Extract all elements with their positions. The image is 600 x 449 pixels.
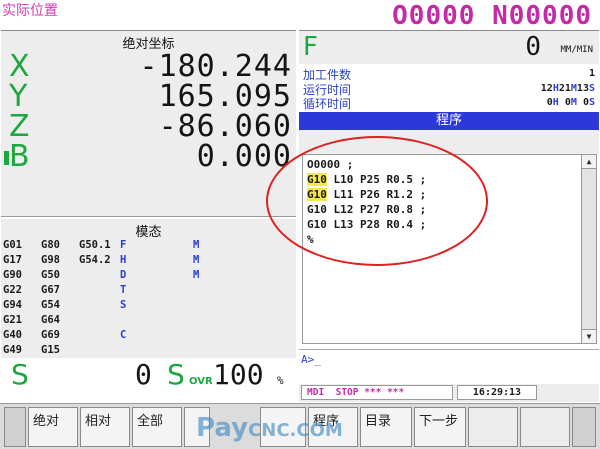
spindle-value: 0 [135, 358, 152, 391]
feed-rate-panel: F 0 MM/MIN [299, 30, 599, 64]
spindle-override-label: S [167, 358, 185, 391]
hour-unit: H [552, 97, 559, 108]
spindle-override-small-label: OVR [189, 376, 213, 387]
annotation-circle [266, 136, 488, 266]
modal-code: G80 [41, 239, 60, 251]
modal-address: F [120, 239, 127, 251]
softkey-all[interactable]: 全部 [132, 407, 182, 447]
modal-code: G90 [3, 269, 22, 281]
modal-title: 模态 [135, 225, 162, 240]
axis-value: 0.000 [196, 139, 292, 174]
modal-code: G22 [3, 284, 22, 296]
softkey-next-step[interactable]: 下一步 [414, 407, 466, 447]
watermark-part: Pay [196, 413, 249, 443]
modal-info-panel: 模态 G01 G17 G90 G22 G94 G21 G40 G49 G80 G… [1, 219, 296, 359]
modal-address: M [193, 254, 200, 266]
run-time-minutes: 21 [558, 83, 571, 94]
second-unit: S [588, 97, 595, 108]
modal-code: G40 [3, 329, 22, 341]
softkey-left-arrow[interactable] [4, 407, 26, 447]
modal-address: S [120, 299, 127, 311]
program-scrollbar[interactable]: ▲ ▼ [581, 154, 597, 344]
feed-unit: MM/MIN [560, 45, 593, 55]
axis-name: B [9, 139, 30, 174]
softkey-right-arrow[interactable] [572, 407, 596, 447]
softkey-relative[interactable]: 相对 [80, 407, 130, 447]
modal-code: G49 [3, 344, 22, 356]
command-input-line[interactable]: A>_ [299, 349, 599, 371]
cycle-time-label: 循环时间 [303, 97, 352, 111]
program-header: 程序 [299, 112, 599, 130]
run-time-value: 12H21M13S [541, 83, 595, 94]
modal-address: D [120, 269, 127, 281]
feed-value: 0 [525, 32, 541, 62]
modal-code: G21 [3, 314, 22, 326]
watermark-logo: PayCNC.COM [196, 413, 343, 443]
modal-code: G54 [41, 299, 60, 311]
modal-address: H [120, 254, 127, 266]
modal-address: T [120, 284, 127, 296]
axis-row-b: B 0.000 [1, 139, 296, 175]
cycle-time-value: 0H 0M 0S [547, 97, 595, 108]
modal-code: G94 [3, 299, 22, 311]
softkey-absolute[interactable]: 绝对 [28, 407, 78, 447]
spindle-override-value: 100 [213, 358, 264, 391]
top-bar: 实际位置 O0000 N00000 [0, 0, 600, 31]
modal-code: G50.1 [79, 239, 111, 251]
modal-code: G69 [41, 329, 60, 341]
modal-address: C [120, 329, 127, 341]
modal-address: M [193, 239, 200, 251]
modal-code: G64 [41, 314, 60, 326]
screen-title: 实际位置 [2, 3, 58, 19]
spindle-override-unit: % [277, 374, 284, 387]
feed-label: F [303, 32, 318, 62]
modal-code: G50 [41, 269, 60, 281]
scroll-up-arrow-icon[interactable]: ▲ [582, 155, 596, 169]
modal-code: G01 [3, 239, 22, 251]
modal-code: G54.2 [79, 254, 111, 266]
clock: 16:29:13 [457, 385, 537, 400]
scroll-down-arrow-icon[interactable]: ▼ [582, 329, 596, 343]
modal-code: G17 [3, 254, 22, 266]
softkey-faded[interactable] [468, 407, 518, 447]
minute-unit: M [570, 97, 577, 108]
spindle-label: S [11, 358, 29, 391]
input-prompt: A>_ [301, 353, 321, 366]
operation-mode-status: MDI STOP *** *** [301, 385, 453, 400]
run-time-seconds: 13 [576, 83, 589, 94]
run-info-panel: 加工件数 1 运行时间 12H21M13S 循环时间 0H 0M 0S [299, 64, 599, 112]
second-unit: S [588, 83, 595, 94]
spindle-override-row: S 0 S OVR 100 % [1, 358, 296, 392]
softkey-faded[interactable] [520, 407, 570, 447]
modal-code: G15 [41, 344, 60, 356]
watermark-part: CNC.COM [248, 420, 343, 441]
run-time-hours: 12 [540, 83, 553, 94]
program-number: O0000 N00000 [392, 1, 592, 31]
modal-code: G67 [41, 284, 60, 296]
softkey-directory[interactable]: 目录 [360, 407, 412, 447]
status-bar: MDI STOP *** *** 16:29:13 [299, 384, 599, 402]
absolute-coordinates-panel: 绝对坐标 X -180.244 Y 165.095 Z -86.060 B 0.… [1, 30, 296, 217]
modal-code: G98 [41, 254, 60, 266]
parts-count-value: 1 [588, 68, 595, 79]
modal-address: M [193, 269, 200, 281]
